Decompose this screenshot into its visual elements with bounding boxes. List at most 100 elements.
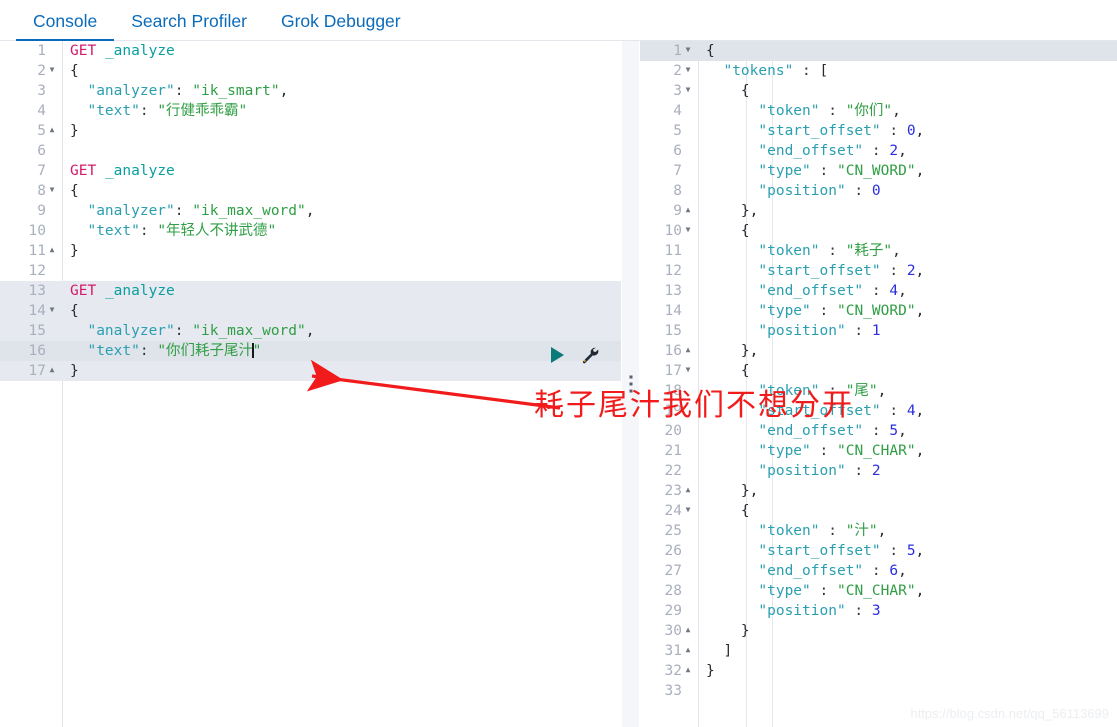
code-line[interactable]: 9 ▲ }, [640, 201, 1117, 221]
code-line[interactable]: 3 "analyzer": "ik_smart", [0, 81, 621, 101]
code-line[interactable]: 10 ▼ { [640, 221, 1117, 241]
code-text: GET _analyze [62, 41, 621, 61]
code-line[interactable]: 14 "type" : "CN_WORD", [640, 301, 1117, 321]
code-line[interactable]: 9 "analyzer": "ik_max_word", [0, 201, 621, 221]
line-number: 20 [640, 421, 698, 441]
code-line[interactable]: 23 ▲ }, [640, 481, 1117, 501]
code-line[interactable]: 8 ▼ { [0, 181, 621, 201]
code-line[interactable]: 5 ▲} [0, 121, 621, 141]
code-text: { [698, 501, 1117, 521]
code-line[interactable]: 16 "text": "你们耗子尾汁" [0, 341, 621, 361]
wrench-icon[interactable] [580, 345, 599, 364]
code-line[interactable]: 15 "analyzer": "ik_max_word", [0, 321, 621, 341]
code-line[interactable]: 15 "position" : 1 [640, 321, 1117, 341]
code-line[interactable]: 29 "position" : 3 [640, 601, 1117, 621]
code-line[interactable]: 32 ▲} [640, 661, 1117, 681]
line-number-value: 9 [37, 203, 46, 219]
code-line[interactable]: 14 ▼ { [0, 301, 621, 321]
code-line[interactable]: 16 ▲ }, [640, 341, 1117, 361]
code-line[interactable]: 17 ▲} [0, 361, 621, 381]
code-line[interactable]: 30 ▲ } [640, 621, 1117, 641]
play-icon[interactable] [551, 346, 564, 363]
line-number-value: 9 [673, 203, 682, 219]
code-text: } [62, 241, 621, 261]
code-line[interactable]: 12 "start_offset" : 2, [640, 261, 1117, 281]
code-line[interactable]: 13 "end_offset" : 4, [640, 281, 1117, 301]
fold-open-icon[interactable]: ▼ [46, 60, 58, 80]
fold-spacer-icon [682, 100, 694, 120]
request-code-area[interactable]: 1 GET _analyze 2 ▼{3 "analyzer": "ik_smart… [0, 41, 621, 727]
code-line[interactable]: 5 "start_offset" : 0, [640, 121, 1117, 141]
code-token: 5 [889, 423, 899, 439]
code-line[interactable]: 4 "token" : "你们", [640, 101, 1117, 121]
fold-close-icon[interactable]: ▲ [682, 480, 694, 500]
line-number-value: 22 [664, 463, 682, 479]
code-token: , [305, 323, 315, 339]
code-line[interactable]: 6 [0, 141, 621, 161]
line-number: 28 [640, 581, 698, 601]
top-tab-bar: Console Search Profiler Grok Debugger [0, 0, 1117, 41]
code-text: { [62, 301, 621, 321]
fold-close-icon[interactable]: ▲ [682, 640, 694, 660]
fold-close-icon[interactable]: ▲ [682, 340, 694, 360]
code-line[interactable]: 31 ▲ ] [640, 641, 1117, 661]
code-line[interactable]: 26 "start_offset" : 5, [640, 541, 1117, 561]
code-line[interactable]: 22 "position" : 2 [640, 461, 1117, 481]
code-line[interactable]: 1 ▼ { [640, 41, 1117, 61]
fold-close-icon[interactable]: ▲ [682, 200, 694, 220]
fold-close-icon[interactable]: ▲ [46, 360, 58, 380]
line-number-value: 12 [28, 263, 46, 279]
code-line[interactable]: 21 "type" : "CN_CHAR", [640, 441, 1117, 461]
code-token: { [70, 183, 79, 199]
fold-open-icon[interactable]: ▼ [682, 500, 694, 520]
code-token: "type" [758, 583, 811, 599]
code-line[interactable]: 27 "end_offset" : 6, [640, 561, 1117, 581]
line-number: 16 [0, 341, 62, 361]
request-editor-panel[interactable]: 1 GET _analyze 2 ▼{3 "analyzer": "ik_smart… [0, 41, 621, 727]
code-line[interactable]: 10 "text": "年轻人不讲武德" [0, 221, 621, 241]
code-line[interactable]: 11 ▲} [0, 241, 621, 261]
code-line[interactable]: 1 GET _analyze [0, 41, 621, 61]
fold-close-icon[interactable]: ▲ [682, 620, 694, 640]
fold-close-icon[interactable]: ▲ [682, 660, 694, 680]
code-line[interactable]: 13 GET _analyze [0, 281, 621, 301]
code-line[interactable]: 33 [640, 681, 1117, 701]
line-number: 1 [0, 41, 62, 61]
code-line[interactable]: 7 "type" : "CN_WORD", [640, 161, 1117, 181]
request-actions [551, 345, 599, 364]
code-line[interactable]: 4 "text": "行健乖乖霸" [0, 101, 621, 121]
fold-open-icon[interactable]: ▼ [682, 220, 694, 240]
code-line[interactable]: 24 ▼ { [640, 501, 1117, 521]
code-line[interactable]: 11 "token" : "耗子", [640, 241, 1117, 261]
fold-open-icon[interactable]: ▼ [682, 80, 694, 100]
code-line[interactable]: 28 "type" : "CN_CHAR", [640, 581, 1117, 601]
fold-open-icon[interactable]: ▼ [46, 300, 58, 320]
code-line[interactable]: 25 "token" : "汁", [640, 521, 1117, 541]
code-token: : [810, 583, 837, 599]
code-line[interactable]: 7 GET _analyze [0, 161, 621, 181]
code-line[interactable]: 3 ▼ { [640, 81, 1117, 101]
code-line[interactable]: 6 "end_offset" : 2, [640, 141, 1117, 161]
code-line[interactable]: 2 ▼ { [0, 61, 621, 81]
line-number: 14 [640, 301, 698, 321]
code-line[interactable]: 17 ▼ { [640, 361, 1117, 381]
tab-search-profiler[interactable]: Search Profiler [114, 12, 264, 41]
code-token: "position" [758, 463, 846, 479]
code-text: "token" : "你们", [698, 101, 1117, 121]
code-line[interactable]: 8 "position" : 0 [640, 181, 1117, 201]
fold-close-icon[interactable]: ▲ [46, 120, 58, 140]
fold-open-icon[interactable]: ▼ [682, 60, 694, 80]
tab-console[interactable]: Console [16, 12, 115, 41]
fold-spacer-icon [46, 41, 58, 60]
fold-open-icon[interactable]: ▼ [46, 180, 58, 200]
code-line[interactable]: 2 ▼ "tokens" : [ [640, 61, 1117, 81]
code-line[interactable]: 20 "end_offset" : 5, [640, 421, 1117, 441]
code-line[interactable]: 12 [0, 261, 621, 281]
code-text: { [62, 181, 621, 201]
fold-close-icon[interactable]: ▲ [46, 240, 58, 260]
fold-open-icon[interactable]: ▼ [682, 41, 694, 60]
tab-grok-debugger[interactable]: Grok Debugger [264, 12, 418, 41]
fold-open-icon[interactable]: ▼ [682, 360, 694, 380]
